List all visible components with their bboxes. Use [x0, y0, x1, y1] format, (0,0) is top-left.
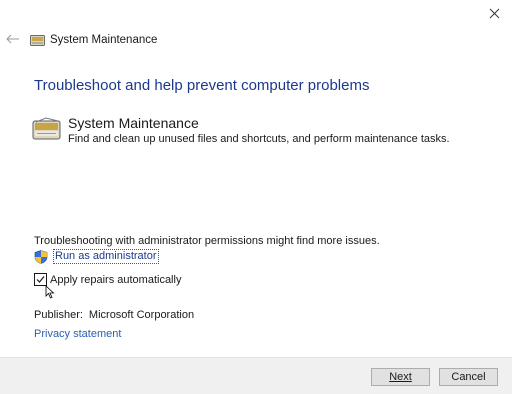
run-as-admin-row: Run as administrator	[34, 249, 159, 264]
title-bar: System Maintenance	[30, 32, 157, 48]
cancel-button[interactable]: Cancel	[439, 368, 498, 386]
publisher-value: Microsoft Corporation	[88, 309, 195, 321]
back-button[interactable]	[4, 31, 22, 47]
mouse-cursor-icon	[45, 285, 55, 299]
troubleshooter-window: System Maintenance Troubleshoot and help…	[0, 0, 512, 394]
system-maintenance-icon	[30, 33, 46, 47]
troubleshooter-description: Find and clean up unused files and short…	[68, 133, 450, 145]
publisher-info: Publisher: Microsoft Corporation	[34, 309, 194, 321]
checkmark-icon	[36, 276, 45, 283]
page-heading: Troubleshoot and help prevent computer p…	[34, 77, 370, 94]
close-icon	[489, 8, 499, 18]
window-title: System Maintenance	[50, 34, 158, 46]
next-button[interactable]: Next	[371, 368, 430, 386]
system-maintenance-icon	[32, 116, 62, 142]
footer-bar: Next Cancel	[0, 357, 512, 394]
uac-shield-icon	[34, 249, 48, 264]
admin-note: Troubleshooting with administrator permi…	[34, 235, 380, 247]
publisher-label: Publisher:	[34, 309, 83, 321]
troubleshooter-name: System Maintenance	[68, 115, 199, 131]
run-as-admin-link[interactable]: Run as administrator	[53, 249, 159, 264]
close-button[interactable]	[484, 3, 504, 23]
troubleshooter-item: System Maintenance Find and clean up unu…	[32, 114, 450, 146]
apply-repairs-label[interactable]: Apply repairs automatically	[50, 274, 181, 286]
apply-repairs-row[interactable]: Apply repairs automatically	[34, 273, 181, 286]
back-arrow-icon	[6, 34, 19, 44]
next-button-label: Next	[389, 371, 412, 383]
cancel-button-label: Cancel	[451, 371, 486, 383]
privacy-statement-link[interactable]: Privacy statement	[34, 328, 121, 340]
